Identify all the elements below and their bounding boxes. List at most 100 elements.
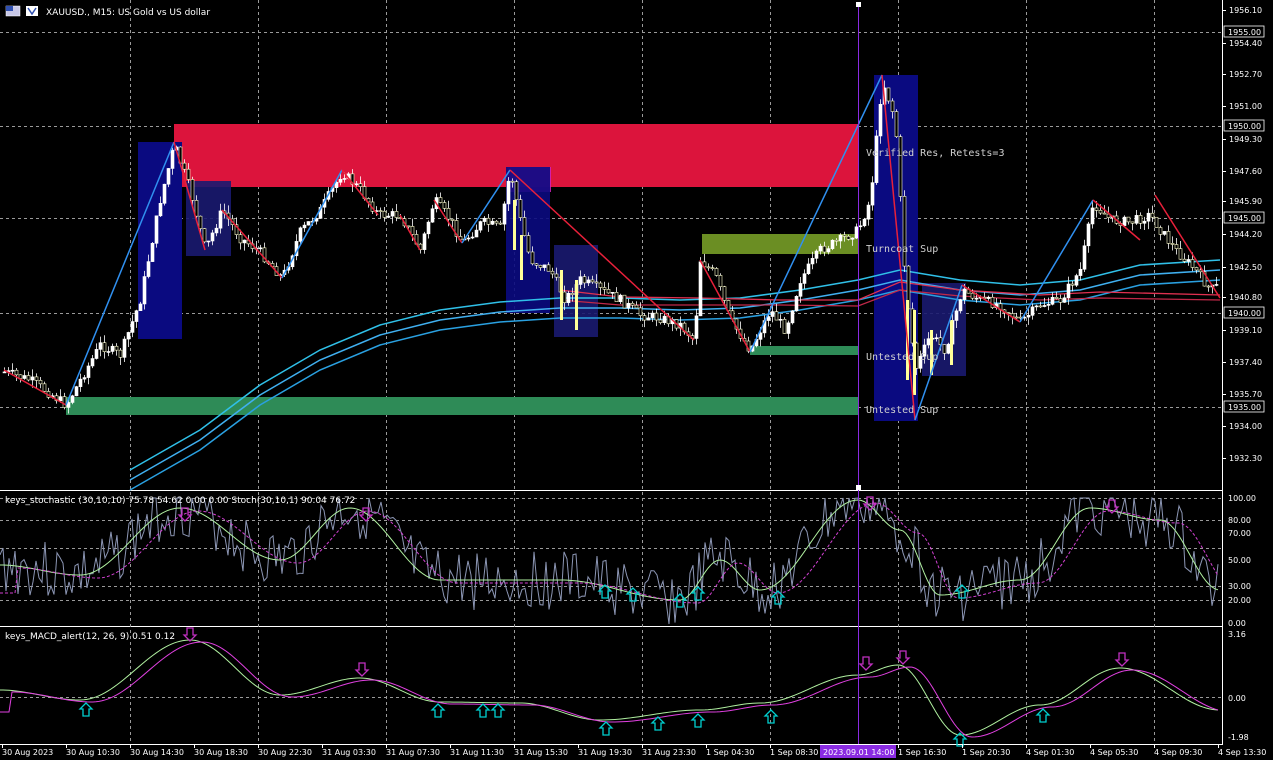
candle-body <box>106 351 111 353</box>
candle-body <box>718 275 723 287</box>
up-arrow-icon <box>78 702 94 717</box>
candle-body <box>86 365 91 378</box>
candle-body <box>70 395 75 403</box>
candle-body <box>554 273 559 278</box>
candle-body <box>658 319 663 323</box>
candle-body <box>778 318 783 321</box>
untested-support-zone-2[interactable] <box>66 397 858 415</box>
price-tick-label: 1937.40 <box>1229 358 1262 367</box>
crosshair-handle-bottom[interactable] <box>856 485 861 490</box>
candle-body <box>1038 305 1043 308</box>
candle-body <box>502 203 507 225</box>
candle-body <box>382 210 387 218</box>
candle-body <box>962 288 967 300</box>
untested-support-zone-1[interactable] <box>750 346 858 355</box>
highlight-bar <box>950 320 953 365</box>
candle-body <box>790 310 795 324</box>
candle-body <box>1178 248 1183 260</box>
candle-body <box>126 332 131 340</box>
candle-body <box>386 215 391 218</box>
candle-body <box>258 247 263 250</box>
candle-body <box>1150 212 1155 218</box>
candle-body <box>694 315 699 339</box>
price-tick-label: 1932.30 <box>1229 454 1262 463</box>
candle-body <box>146 261 151 277</box>
price-axis[interactable]: 1956.10 1954.40 1952.70 1951.00 1949.30 1947.… <box>1222 6 1265 463</box>
candle-body <box>650 312 655 319</box>
candle-body <box>862 218 867 227</box>
candle-body <box>1086 223 1091 247</box>
candle-body <box>866 204 871 220</box>
candle-body <box>1162 231 1167 235</box>
crosshair-time-text: 2023.09.01 14:00 <box>823 748 894 757</box>
candle-body <box>1026 315 1031 318</box>
candle-body <box>1034 305 1039 308</box>
highlight-bar <box>575 280 578 330</box>
time-tick-label: 31 Aug 19:30 <box>578 748 632 757</box>
candle-body <box>58 396 63 402</box>
candle-body <box>810 258 815 265</box>
candle-body <box>1142 220 1147 224</box>
down-arrow-icon <box>354 662 370 677</box>
candle-body <box>242 239 247 244</box>
highlight-bar <box>560 270 563 320</box>
time-tick-label: 1 Sep 08:30 <box>770 748 818 757</box>
candle-body <box>490 220 495 225</box>
candle-body <box>830 239 835 249</box>
candle-body <box>150 243 155 262</box>
candle-body <box>422 233 427 250</box>
price-tick-label: 1935.70 <box>1229 390 1262 399</box>
candle-body <box>442 202 447 209</box>
candle-body <box>618 294 623 302</box>
price-level-label: 1950.00 <box>1228 122 1261 131</box>
candle-body <box>438 197 443 203</box>
price-tick-label: 1954.40 <box>1229 39 1262 48</box>
candle-body <box>874 135 879 183</box>
candle-body <box>134 310 139 322</box>
signal-arrows <box>78 496 1130 747</box>
candle-body <box>410 226 415 235</box>
candle-body <box>1070 283 1075 286</box>
candle-body <box>610 292 615 294</box>
candle-body <box>1122 216 1127 226</box>
candle-body <box>342 178 347 180</box>
candle-body <box>358 183 363 187</box>
candle-body <box>646 317 651 321</box>
time-axis[interactable]: 30 Aug 2023 30 Aug 10:30 30 Aug 14:30 30 Au… <box>2 744 1266 757</box>
candle-body <box>142 276 147 305</box>
crosshair-handle-top[interactable] <box>856 2 861 7</box>
candle-body <box>1078 268 1083 276</box>
candle-body <box>98 342 103 350</box>
candle-body <box>814 250 819 259</box>
candle-body <box>802 273 807 284</box>
price-level-label: 1940.00 <box>1228 309 1261 318</box>
candle-body <box>306 221 311 226</box>
candle-body <box>1066 283 1071 299</box>
time-tick-label: 1 Sep 20:30 <box>962 748 1010 757</box>
candle-body <box>354 183 359 186</box>
candle-body <box>542 264 547 268</box>
main-pane[interactable] <box>0 0 1222 490</box>
candle-body <box>1042 305 1047 307</box>
candle-body <box>546 264 551 272</box>
macd-label: keys_MACD_alert(12, 26, 9) 0.51 0.12 <box>5 632 175 642</box>
time-tick-label: 4 Sep 01:30 <box>1026 748 1074 757</box>
candle-body <box>1102 212 1107 215</box>
time-tick-label: 31 Aug 07:30 <box>386 748 440 757</box>
candle-body <box>1090 207 1095 225</box>
candle-body <box>622 294 627 309</box>
time-tick-label: 1 Sep 04:30 <box>706 748 754 757</box>
stoch-tick-label: 30.00 <box>1228 582 1251 591</box>
trading-chart[interactable]: Verified Res, Retests=3 Turncoat Sup Unt… <box>0 0 1273 760</box>
turncoat-support-zone[interactable] <box>702 234 858 254</box>
candle-body <box>886 87 891 102</box>
candle-body <box>470 236 475 239</box>
candle-body <box>530 251 535 265</box>
time-tick-label: 30 Aug 18:30 <box>194 748 248 757</box>
candle-body <box>10 369 15 372</box>
candle-body <box>446 208 451 220</box>
candle-body <box>722 286 727 301</box>
candle-body <box>1138 215 1143 224</box>
candle-body <box>118 349 123 358</box>
candle-body <box>590 279 595 283</box>
